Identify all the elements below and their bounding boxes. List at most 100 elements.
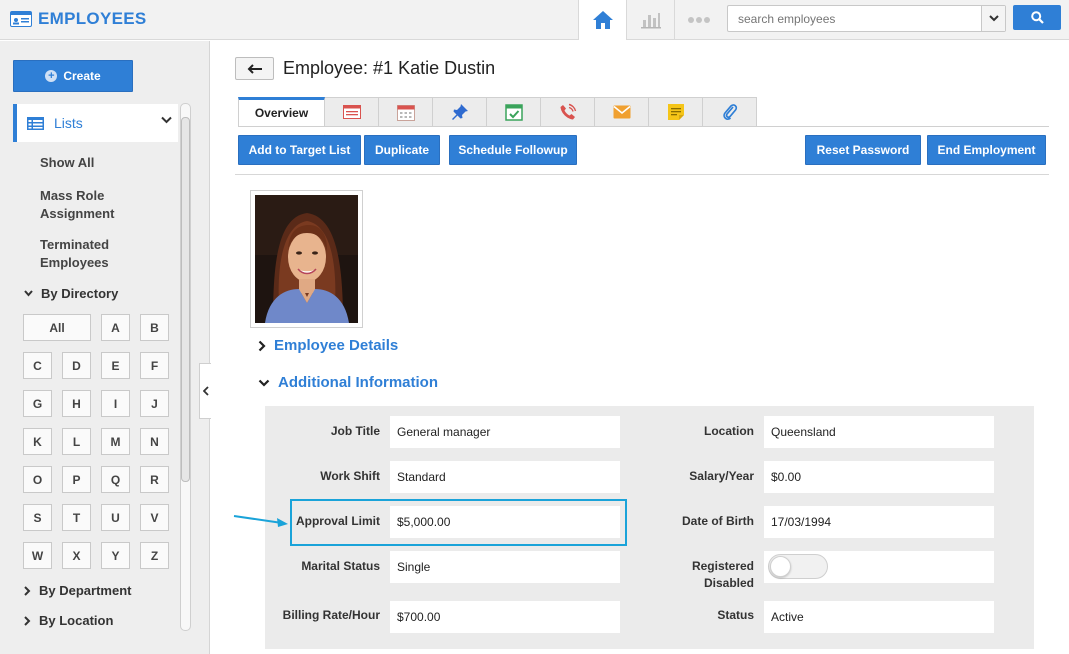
salary-year-value: $0.00 — [764, 461, 994, 493]
directory-letter-h[interactable]: H — [62, 390, 91, 417]
chevron-left-icon — [202, 386, 209, 396]
directory-letter-g[interactable]: G — [23, 390, 52, 417]
directory-letter-p[interactable]: P — [62, 466, 91, 493]
directory-letter-o[interactable]: O — [23, 466, 52, 493]
work-shift-value: Standard — [390, 461, 620, 493]
directory-letter-n[interactable]: N — [140, 428, 169, 455]
work-shift-label: Work Shift — [320, 469, 380, 483]
tab-overview[interactable]: Overview — [238, 97, 325, 127]
bar-chart-icon — [640, 13, 661, 29]
search-input[interactable] — [728, 6, 983, 31]
attachment-icon — [722, 104, 737, 121]
directory-letter-j[interactable]: J — [140, 390, 169, 417]
directory-letter-m[interactable]: M — [101, 428, 130, 455]
directory-letter-d[interactable]: D — [62, 352, 91, 379]
mail-icon — [612, 105, 631, 119]
chevron-down-icon — [161, 116, 172, 124]
sidebar-scrollbar-thumb[interactable] — [181, 117, 190, 482]
more-nav[interactable] — [674, 0, 722, 40]
tabs-baseline — [238, 126, 1049, 127]
ledger-icon — [342, 105, 361, 119]
employee-portrait — [255, 195, 358, 323]
search-icon — [1030, 11, 1044, 24]
tab-calls[interactable] — [541, 97, 595, 127]
date-of-birth-value: 17/03/1994 — [764, 506, 994, 538]
directory-letter-k[interactable]: K — [23, 428, 52, 455]
page-title: Employee: #1 Katie Dustin — [283, 58, 496, 78]
tab-pin[interactable] — [433, 97, 487, 127]
tab-email[interactable] — [595, 97, 649, 127]
app-brand: EMPLOYEES — [10, 8, 147, 30]
tab-calendar[interactable] — [379, 97, 433, 127]
search-box — [727, 5, 1006, 32]
directory-letter-x[interactable]: X — [62, 542, 91, 569]
sidebar-group-by-directory[interactable]: By Directory — [24, 286, 118, 301]
directory-letter-s[interactable]: S — [23, 504, 52, 531]
by-location-label: By Location — [39, 613, 114, 628]
directory-letter-all[interactable]: All — [23, 314, 91, 341]
add-to-target-list-button[interactable]: Add to Target List — [238, 135, 361, 165]
chevron-down-icon — [24, 290, 33, 297]
home-nav[interactable] — [578, 0, 626, 40]
directory-letter-y[interactable]: Y — [101, 542, 130, 569]
directory-letter-i[interactable]: I — [101, 390, 130, 417]
sidebar-group-by-location[interactable]: By Location — [24, 613, 113, 628]
job-title-label: Job Title — [330, 424, 380, 438]
directory-letter-q[interactable]: Q — [101, 466, 130, 493]
chevron-right-icon — [258, 340, 266, 351]
registered-disabled-label: Registered Disabled — [640, 558, 754, 592]
chevron-down-icon — [988, 15, 999, 22]
tab-tasks[interactable] — [487, 97, 541, 127]
directory-letter-r[interactable]: R — [140, 466, 169, 493]
salary-year-label: Salary/Year — [689, 469, 754, 483]
directory-letter-v[interactable]: V — [140, 504, 169, 531]
marital-status-label: Marital Status — [301, 559, 380, 573]
approval-limit-highlight — [290, 499, 627, 546]
directory-letter-e[interactable]: E — [101, 352, 130, 379]
directory-letter-c[interactable]: C — [23, 352, 52, 379]
directory-letter-z[interactable]: Z — [140, 542, 169, 569]
directory-letter-w[interactable]: W — [23, 542, 52, 569]
sidebar-group-by-department[interactable]: By Department — [24, 583, 131, 598]
employee-card-icon — [10, 11, 32, 27]
sidebar: + Create Lists Show All Mass Role Assign… — [0, 41, 210, 654]
duplicate-button[interactable]: Duplicate — [364, 135, 440, 165]
search-scope-dropdown[interactable] — [981, 6, 1005, 31]
tab-ledger[interactable] — [325, 97, 379, 127]
sidebar-link-mass-role-assignment[interactable]: Mass Role Assignment — [40, 187, 140, 223]
tab-attachments[interactable] — [703, 97, 757, 127]
directory-letter-f[interactable]: F — [140, 352, 169, 379]
date-of-birth-label: Date of Birth — [682, 514, 754, 528]
billing-rate-label: Billing Rate/Hour — [282, 608, 380, 622]
directory-letter-b[interactable]: B — [140, 314, 169, 341]
location-value: Queensland — [764, 416, 994, 448]
directory-letter-a[interactable]: A — [101, 314, 130, 341]
reports-nav[interactable] — [626, 0, 674, 40]
employee-details-section-toggle[interactable]: Employee Details — [258, 337, 398, 354]
sidebar-collapse-toggle[interactable] — [199, 363, 211, 419]
directory-letter-l[interactable]: L — [62, 428, 91, 455]
status-value: Active — [764, 601, 994, 633]
additional-information-section-toggle[interactable]: Additional Information — [258, 374, 438, 391]
search-button[interactable] — [1013, 5, 1061, 30]
chevron-right-icon — [24, 585, 31, 596]
top-nav — [578, 0, 722, 40]
employee-details-heading: Employee Details — [274, 337, 399, 354]
lists-dropdown[interactable]: Lists — [13, 104, 178, 142]
directory-letter-t[interactable]: T — [62, 504, 91, 531]
tab-notes[interactable] — [649, 97, 703, 127]
end-employment-button[interactable]: End Employment — [927, 135, 1046, 165]
sidebar-link-terminated-employees[interactable]: Terminated Employees — [40, 236, 140, 272]
back-button[interactable] — [235, 57, 274, 80]
marital-status-value: Single — [390, 551, 620, 583]
reset-password-button[interactable]: Reset Password — [805, 135, 921, 165]
registered-disabled-toggle[interactable] — [768, 554, 828, 579]
create-button[interactable]: + Create — [13, 60, 133, 92]
home-icon — [592, 11, 613, 29]
directory-letter-u[interactable]: U — [101, 504, 130, 531]
additional-information-heading: Additional Information — [278, 374, 438, 391]
schedule-followup-button[interactable]: Schedule Followup — [449, 135, 577, 165]
location-label: Location — [704, 424, 754, 438]
sidebar-link-show-all[interactable]: Show All — [40, 154, 94, 172]
employee-photo — [250, 190, 363, 328]
